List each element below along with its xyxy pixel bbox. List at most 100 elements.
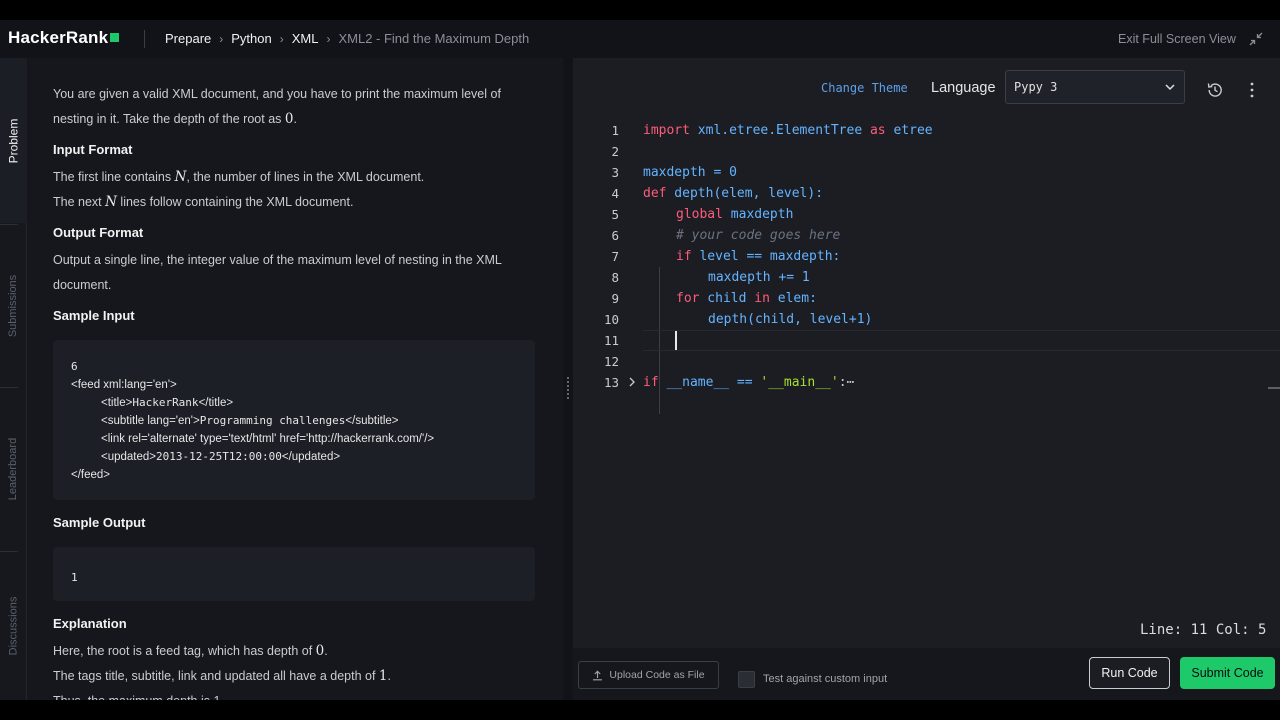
xml-value: Programming challenges xyxy=(199,414,346,427)
chevron-right-icon: › xyxy=(219,31,224,46)
keyword: if xyxy=(676,249,692,264)
problem-statement-pane[interactable]: You are given a valid XML document, and … xyxy=(27,58,563,700)
tab-submissions-label: Submissions xyxy=(7,274,20,337)
code-source: global maxdepth xyxy=(676,204,793,225)
cursor-position-status: Line: 11 Col: 5 xyxy=(1140,622,1267,638)
sample-input-line: <updated>2013-12-25T12:00:00</updated> xyxy=(71,448,517,466)
keyword: import xyxy=(643,123,690,138)
run-code-button[interactable]: Run Code xyxy=(1089,657,1170,689)
code-source: maxdepth = 0 xyxy=(643,165,737,180)
code-source: depth(child, level+1) xyxy=(708,312,873,327)
code-line-8: 8 maxdepth += 1 xyxy=(573,267,1280,288)
upload-code-button[interactable]: Upload Code as File xyxy=(578,661,719,689)
history-icon[interactable] xyxy=(1206,81,1224,99)
line-number: 4 xyxy=(611,186,619,201)
tab-problem[interactable]: Problem xyxy=(0,58,27,223)
sample-input-heading: Sample Input xyxy=(53,308,135,323)
letterbox-top xyxy=(0,0,1280,20)
sample-output-block[interactable]: 1 xyxy=(53,547,535,601)
pane-resize-handle[interactable] xyxy=(563,58,573,700)
xml-tag: <updated> xyxy=(101,451,157,463)
xml-tag: </subtitle> xyxy=(345,415,399,427)
tab-submissions[interactable]: Submissions xyxy=(0,225,27,386)
letterbox-bottom xyxy=(0,700,1280,720)
identifier: maxdepth xyxy=(722,207,794,222)
exit-fullscreen-link[interactable]: Exit Full Screen View xyxy=(1118,32,1236,46)
identifier: (elem, level): xyxy=(713,186,824,201)
scrollbar-marker[interactable] xyxy=(1268,387,1280,389)
line-number: 7 xyxy=(611,249,619,264)
code-source: if __name__ == '__main__':⋯ xyxy=(643,372,854,393)
code-text-area[interactable]: 1 import xml.etree.ElementTree as etree … xyxy=(573,120,1280,675)
tab-discussions[interactable]: Discussions xyxy=(0,552,27,700)
line-number: 11 xyxy=(603,333,619,348)
breadcrumb-xml[interactable]: XML xyxy=(292,31,319,46)
fold-chevron-icon[interactable] xyxy=(626,376,638,388)
sample-output-heading: Sample Output xyxy=(53,515,146,530)
compress-icon[interactable] xyxy=(1249,32,1263,46)
text-cursor xyxy=(675,331,677,350)
breadcrumb-python[interactable]: Python xyxy=(231,31,271,46)
intro-period: . xyxy=(293,112,297,126)
identifier: etree xyxy=(885,123,933,138)
line-number: 8 xyxy=(611,270,619,285)
header-divider xyxy=(144,30,145,48)
upload-icon xyxy=(593,670,603,680)
custom-input-checkbox[interactable] xyxy=(738,671,755,688)
custom-input-label[interactable]: Test against custom input xyxy=(763,673,887,685)
tab-leaderboard[interactable]: Leaderboard xyxy=(0,388,27,550)
line-number: 1 xyxy=(611,123,619,138)
hackerrank-logo[interactable]: HackerRank xyxy=(8,28,120,48)
xml-tag: <subtitle lang='en'> xyxy=(101,415,200,427)
sample-input-line: </feed> xyxy=(71,469,111,481)
code-line-6: 6 # your code goes here xyxy=(573,225,1280,246)
input-format-line-1: The first line contains N, the number of… xyxy=(53,165,535,190)
keyword: for xyxy=(676,291,700,306)
keyword: def xyxy=(643,186,667,201)
breadcrumb-prepare[interactable]: Prepare xyxy=(165,31,211,46)
sample-input-block[interactable]: 6 <feed xml:lang='en'> <title>HackerRank… xyxy=(53,340,535,500)
problem-content: You are given a valid XML document, and … xyxy=(53,82,535,700)
language-label: Language xyxy=(931,80,996,96)
more-options-icon[interactable] xyxy=(1249,82,1255,98)
line-number: 13 xyxy=(603,375,619,390)
code-source: maxdepth += 1 xyxy=(708,270,810,285)
change-theme-button[interactable]: Change Theme xyxy=(821,81,908,95)
upload-code-label: Upload Code as File xyxy=(609,669,705,681)
tab-discussions-label: Discussions xyxy=(7,596,20,656)
xml-value: HackerRank xyxy=(132,396,199,409)
code-comment: # your code goes here xyxy=(676,228,841,243)
sample-input-line: <subtitle lang='en'>Programming challeng… xyxy=(71,412,517,430)
intro-line-1: You are given a valid XML document, and … xyxy=(53,87,501,101)
submit-code-button[interactable]: Submit Code xyxy=(1180,657,1275,689)
current-line-highlight xyxy=(643,330,1280,351)
breadcrumb: Prepare › Python › XML › XML2 - Find the… xyxy=(165,31,529,46)
output-format-line-1: Output a single line, the integer value … xyxy=(53,253,502,267)
code-line-2: 2 xyxy=(573,141,1280,162)
xml-tag: </updated> xyxy=(281,451,341,463)
code-line-4: 4 def depth(elem, level): xyxy=(573,183,1280,204)
input-text-c: The next xyxy=(53,195,106,209)
drag-handle-icon xyxy=(566,376,570,400)
output-format-heading: Output Format xyxy=(53,225,144,240)
keyword: in xyxy=(754,291,770,306)
line-number: 12 xyxy=(603,354,619,369)
expl-text: The tags title, subtitle, link and updat… xyxy=(53,669,379,683)
intro-line-2: nesting in it. Take the depth of the roo… xyxy=(53,107,535,132)
chevron-right-icon: › xyxy=(279,31,284,46)
sample-input-line: <link rel='alternate' type='text/html' h… xyxy=(101,433,435,445)
indent-guide xyxy=(659,393,660,414)
expl-period: . xyxy=(387,669,391,683)
keyword: global xyxy=(676,207,723,222)
math-n: N xyxy=(105,194,117,210)
input-text-a: The first line contains xyxy=(53,170,175,184)
keyword: as xyxy=(869,123,886,138)
code-source: def depth(elem, level): xyxy=(643,183,823,204)
explanation-line-1: Here, the root is a feed tag, which has … xyxy=(53,639,535,664)
code-line-12: 12 xyxy=(573,351,1280,372)
folded-ellipsis: :⋯ xyxy=(838,375,855,390)
language-select[interactable]: Pypy 3 xyxy=(1005,70,1185,104)
logo-square-icon xyxy=(110,33,120,42)
explanation-line-2: The tags title, subtitle, link and updat… xyxy=(53,664,535,689)
top-navigation-bar: HackerRank Prepare › Python › XML › XML2… xyxy=(0,20,1280,58)
